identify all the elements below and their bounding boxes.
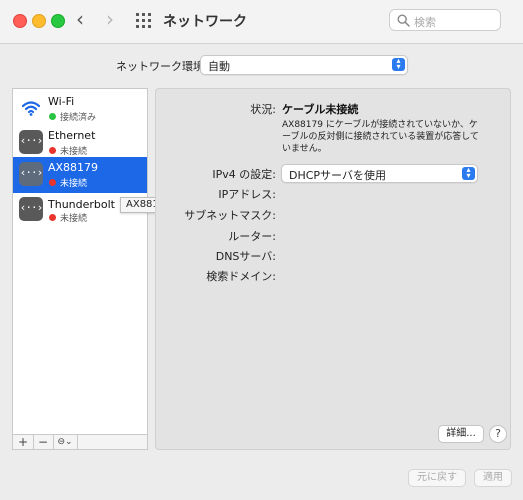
service-status: 未接続: [60, 214, 88, 224]
popup-arrows-icon: ▴ ▾: [392, 57, 405, 71]
status-dot-icon: [49, 147, 56, 154]
service-status: 未接続: [60, 179, 88, 189]
action-menu-button[interactable]: ⊖⌄: [53, 435, 78, 449]
minimize-window-button[interactable]: [32, 14, 46, 28]
help-button[interactable]: ?: [489, 425, 507, 443]
status-label: 状況:: [250, 103, 276, 116]
status-description: AX88179 にケーブルが接続されていないか、ケーブルの反対側に接続されている…: [282, 120, 479, 154]
service-name: Ethernet: [48, 129, 96, 142]
ipv4-config-popup[interactable]: DHCPサーバを使用 ▴ ▾: [281, 164, 478, 183]
location-label: ネットワーク環境:: [116, 60, 208, 73]
service-name: AX88179: [48, 161, 99, 174]
ip-address-label: IPアドレス:: [218, 188, 276, 201]
search-icon: [397, 14, 410, 27]
status-dot-icon: [49, 113, 56, 120]
service-list-toolbar: + − ⊖⌄: [12, 434, 148, 450]
location-popup[interactable]: 自動 ▴ ▾: [200, 55, 408, 75]
network-preferences-window: ‹ › ネットワーク 検索 ネットワーク環境: 自動 ▴ ▾ Wi-Fi 接続済…: [0, 0, 523, 500]
dns-server-label: DNSサーバ:: [215, 250, 276, 263]
ethernet-icon: ‹··›: [19, 162, 43, 186]
show-all-grid-icon[interactable]: [136, 13, 152, 29]
router-label: ルーター:: [228, 230, 276, 243]
ipv4-config-value: DHCPサーバを使用: [289, 169, 386, 182]
status-value: ケーブル未接続: [282, 103, 359, 116]
forward-chevron-icon[interactable]: ›: [106, 9, 114, 29]
service-item-ax88179[interactable]: ‹··› AX88179 未接続: [13, 157, 147, 193]
ethernet-icon: ‹··›: [19, 197, 43, 221]
search-field[interactable]: 検索: [389, 9, 501, 31]
window-title: ネットワーク: [163, 14, 247, 30]
service-name: Wi-Fi: [48, 95, 75, 108]
back-chevron-icon[interactable]: ‹: [76, 9, 84, 29]
remove-service-button[interactable]: −: [33, 435, 54, 449]
ipv4-label: IPv4 の設定:: [212, 168, 276, 181]
popup-arrows-icon: ▴ ▾: [462, 166, 475, 180]
subnet-mask-label: サブネットマスク:: [184, 209, 276, 222]
service-status: 未接続: [60, 147, 88, 157]
service-item-wifi[interactable]: Wi-Fi 接続済み: [13, 91, 147, 127]
revert-button[interactable]: 元に戻す: [408, 469, 466, 487]
wifi-icon: [19, 96, 43, 120]
service-status: 接続済み: [60, 113, 97, 123]
close-window-button[interactable]: [13, 14, 27, 28]
ethernet-icon: ‹··›: [19, 130, 43, 154]
search-domain-label: 検索ドメイン:: [206, 270, 276, 283]
location-value: 自動: [208, 60, 230, 73]
add-service-button[interactable]: +: [13, 435, 34, 449]
search-placeholder: 検索: [414, 16, 436, 29]
service-item-ethernet[interactable]: ‹··› Ethernet 未接続: [13, 125, 147, 161]
service-list: Wi-Fi 接続済み ‹··› Ethernet 未接続 ‹··› AX8817…: [12, 88, 163, 450]
status-dot-icon: [49, 179, 56, 186]
apply-button[interactable]: 適用: [474, 469, 512, 487]
title-bar: ‹ › ネットワーク 検索: [0, 0, 523, 44]
zoom-window-button[interactable]: [51, 14, 65, 28]
advanced-button[interactable]: 詳細...: [438, 425, 484, 443]
status-dot-icon: [49, 214, 56, 221]
